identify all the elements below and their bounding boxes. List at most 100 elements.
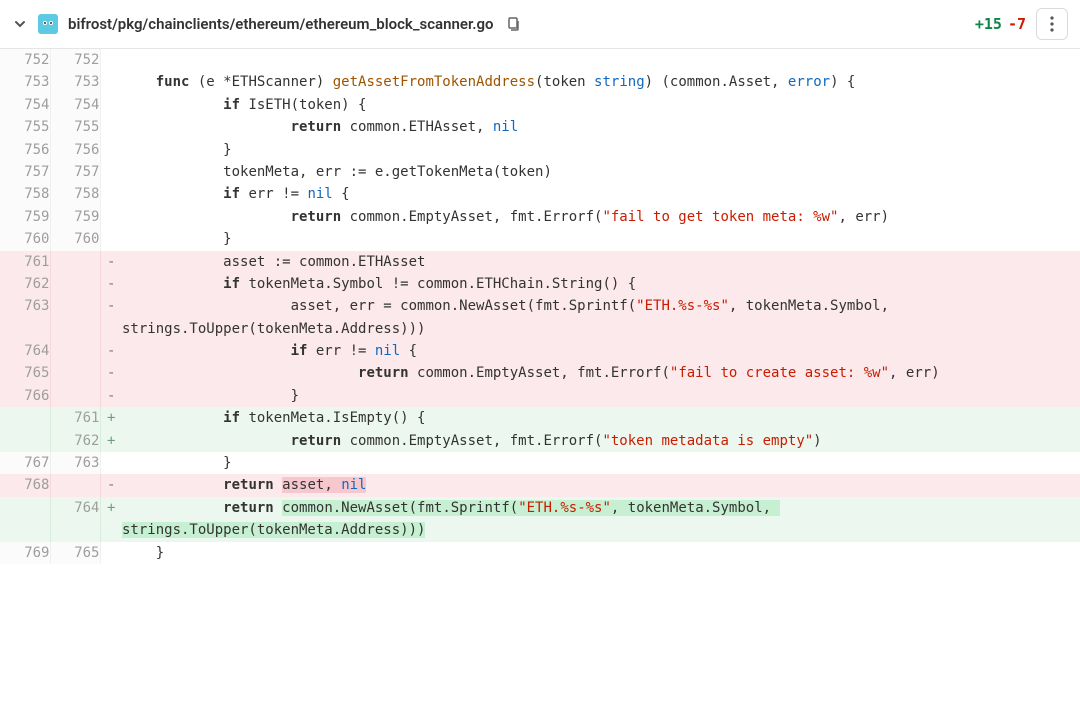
new-line-number[interactable]: 755 <box>50 116 100 138</box>
diff-sign: - <box>100 273 122 295</box>
old-line-number[interactable] <box>0 497 50 542</box>
old-line-number[interactable]: 754 <box>0 94 50 116</box>
new-line-number[interactable]: 757 <box>50 161 100 183</box>
diff-line[interactable]: 762- if tokenMeta.Symbol != common.ETHCh… <box>0 273 1080 295</box>
diff-line[interactable]: 762+ return common.EmptyAsset, fmt.Error… <box>0 430 1080 452</box>
new-line-number[interactable] <box>50 340 100 362</box>
code-content: } <box>122 542 1080 564</box>
diff-line[interactable]: 767763 } <box>0 452 1080 474</box>
file-path[interactable]: bifrost/pkg/chainclients/ethereum/ethere… <box>68 15 494 33</box>
old-line-number[interactable]: 758 <box>0 183 50 205</box>
code-content: } <box>122 228 1080 250</box>
old-line-number[interactable] <box>0 407 50 429</box>
new-line-number[interactable] <box>50 251 100 273</box>
collapse-chevron-icon[interactable] <box>12 16 28 32</box>
new-line-number[interactable] <box>50 385 100 407</box>
diff-sign: - <box>100 295 122 340</box>
diff-line[interactable]: 764- if err != nil { <box>0 340 1080 362</box>
diff-line[interactable]: 761+ if tokenMeta.IsEmpty() { <box>0 407 1080 429</box>
diff-sign <box>100 183 122 205</box>
old-line-number[interactable] <box>0 430 50 452</box>
new-line-number[interactable]: 763 <box>50 452 100 474</box>
diff-stats: +15 -7 <box>975 15 1026 33</box>
old-line-number[interactable]: 752 <box>0 49 50 71</box>
new-line-number[interactable]: 756 <box>50 139 100 161</box>
old-line-number[interactable]: 763 <box>0 295 50 340</box>
old-line-number[interactable]: 762 <box>0 273 50 295</box>
go-file-icon <box>38 14 58 34</box>
code-content: } <box>122 452 1080 474</box>
code-content: return common.EmptyAsset, fmt.Errorf("to… <box>122 430 1080 452</box>
diff-sign: - <box>100 340 122 362</box>
old-line-number[interactable]: 767 <box>0 452 50 474</box>
old-line-number[interactable]: 757 <box>0 161 50 183</box>
new-line-number[interactable] <box>50 362 100 384</box>
new-line-number[interactable]: 761 <box>50 407 100 429</box>
code-content: return common.NewAsset(fmt.Sprintf("ETH.… <box>122 497 1080 542</box>
deletions-count: -7 <box>1008 15 1026 33</box>
old-line-number[interactable]: 760 <box>0 228 50 250</box>
new-line-number[interactable] <box>50 273 100 295</box>
diff-sign <box>100 161 122 183</box>
diff-sign: - <box>100 474 122 496</box>
diff-line[interactable]: 757757 tokenMeta, err := e.getTokenMeta(… <box>0 161 1080 183</box>
new-line-number[interactable]: 765 <box>50 542 100 564</box>
copy-path-icon[interactable] <box>504 15 522 33</box>
old-line-number[interactable]: 753 <box>0 71 50 93</box>
diff-line[interactable]: 769765 } <box>0 542 1080 564</box>
diff-sign: - <box>100 362 122 384</box>
diff-line[interactable]: 760760 } <box>0 228 1080 250</box>
code-content: asset, err = common.NewAsset(fmt.Sprintf… <box>122 295 1080 340</box>
diff-line[interactable]: 763 - asset, err = common.NewAsset(fmt.Sp… <box>0 295 1080 340</box>
old-line-number[interactable]: 761 <box>0 251 50 273</box>
old-line-number[interactable]: 755 <box>0 116 50 138</box>
diff-line[interactable]: 753753 func (e *ETHScanner) getAssetFrom… <box>0 71 1080 93</box>
code-content: tokenMeta, err := e.getTokenMeta(token) <box>122 161 1080 183</box>
diff-sign: - <box>100 251 122 273</box>
diff-line[interactable]: 756756 } <box>0 139 1080 161</box>
code-content: return common.EmptyAsset, fmt.Errorf("fa… <box>122 362 1080 384</box>
code-content: return common.EmptyAsset, fmt.Errorf("fa… <box>122 206 1080 228</box>
new-line-number[interactable] <box>50 474 100 496</box>
diff-line[interactable]: 752752 <box>0 49 1080 71</box>
old-line-number[interactable]: 768 <box>0 474 50 496</box>
diff-sign <box>100 116 122 138</box>
diff-line[interactable]: 754754 if IsETH(token) { <box>0 94 1080 116</box>
diff-line[interactable]: 761- asset := common.ETHAsset <box>0 251 1080 273</box>
diff-sign <box>100 228 122 250</box>
diff-sign <box>100 139 122 161</box>
old-line-number[interactable]: 769 <box>0 542 50 564</box>
diff-sign: + <box>100 497 122 542</box>
new-line-number[interactable]: 762 <box>50 430 100 452</box>
new-line-number[interactable]: 752 <box>50 49 100 71</box>
diff-line[interactable]: 766- } <box>0 385 1080 407</box>
code-content: func (e *ETHScanner) getAssetFromTokenAd… <box>122 71 1080 93</box>
old-line-number[interactable]: 766 <box>0 385 50 407</box>
code-content: if IsETH(token) { <box>122 94 1080 116</box>
new-line-number[interactable]: 754 <box>50 94 100 116</box>
new-line-number[interactable]: 759 <box>50 206 100 228</box>
diff-sign: + <box>100 407 122 429</box>
new-line-number[interactable]: 760 <box>50 228 100 250</box>
old-line-number[interactable]: 756 <box>0 139 50 161</box>
diff-line[interactable]: 768- return asset, nil <box>0 474 1080 496</box>
diff-line[interactable]: 758758 if err != nil { <box>0 183 1080 205</box>
file-actions-menu-button[interactable] <box>1036 8 1068 40</box>
new-line-number[interactable]: 758 <box>50 183 100 205</box>
diff-table: 752752753753 func (e *ETHScanner) getAss… <box>0 49 1080 564</box>
old-line-number[interactable]: 765 <box>0 362 50 384</box>
diff-line[interactable]: 759759 return common.EmptyAsset, fmt.Err… <box>0 206 1080 228</box>
diff-line[interactable]: 764+ return common.NewAsset(fmt.Sprintf(… <box>0 497 1080 542</box>
diff-sign: + <box>100 430 122 452</box>
additions-count: +15 <box>975 15 1002 33</box>
new-line-number[interactable] <box>50 295 100 340</box>
diff-line[interactable]: 765 - return common.EmptyAsset, fmt.Error… <box>0 362 1080 384</box>
diff-line[interactable]: 755755 return common.ETHAsset, nil <box>0 116 1080 138</box>
code-content: if err != nil { <box>122 183 1080 205</box>
new-line-number[interactable]: 764 <box>50 497 100 542</box>
code-content: } <box>122 139 1080 161</box>
old-line-number[interactable]: 759 <box>0 206 50 228</box>
file-header: bifrost/pkg/chainclients/ethereum/ethere… <box>0 0 1080 49</box>
new-line-number[interactable]: 753 <box>50 71 100 93</box>
old-line-number[interactable]: 764 <box>0 340 50 362</box>
